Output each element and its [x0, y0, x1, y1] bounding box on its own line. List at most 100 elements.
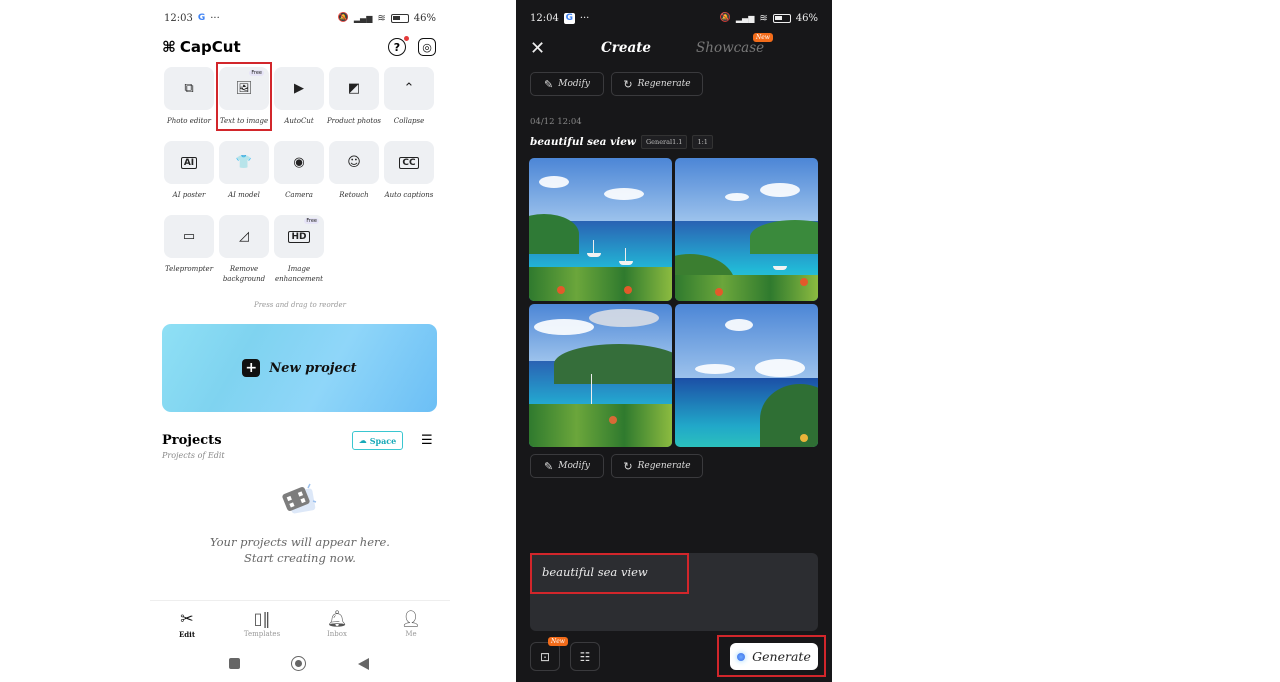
empty-line-1: Your projects will appear here. — [210, 535, 390, 549]
tool-icon-box: ◿ — [219, 215, 269, 258]
signal-icon: ▂▄▆ — [735, 13, 755, 23]
new-project-button[interactable]: + New project — [162, 324, 437, 412]
close-icon[interactable]: ✕ — [530, 38, 545, 59]
notification-dot — [404, 36, 409, 41]
refresh-icon: ↻ — [623, 459, 633, 473]
tool-remove-background[interactable]: ◿ Remove background — [219, 215, 269, 284]
app-name: CapCut — [179, 38, 241, 56]
tab-label: Inbox — [327, 630, 347, 638]
pencil-icon: ✎ — [544, 77, 554, 91]
status-bar: 12:04 G ··· 🔕 ▂▄▆ ≋ 46% — [530, 10, 818, 26]
remove-background-icon: ◿ — [239, 229, 249, 244]
pencil-icon: ✎ — [544, 459, 554, 473]
battery-level: 46% — [413, 12, 436, 24]
sort-edit-icon[interactable]: ☰ — [421, 433, 433, 448]
mute-icon: 🔕 — [719, 13, 731, 23]
space-button[interactable]: ☁ Space — [352, 431, 403, 450]
recents-button[interactable] — [229, 658, 240, 669]
tool-autocut[interactable]: ▶ AutoCut — [274, 67, 324, 126]
highlight-prompt-input — [530, 553, 689, 594]
empty-projects-message: Your projects will appear here. Start cr… — [150, 534, 450, 566]
regenerate-button[interactable]: ↻ Regenerate — [611, 454, 703, 478]
photo-editor-icon: ⧉ — [184, 81, 194, 96]
modify-button[interactable]: ✎ Modify — [530, 454, 604, 478]
highlight-generate-button — [717, 635, 826, 677]
status-time: 12:03 — [164, 12, 193, 24]
ratio-tag: 1:1 — [692, 135, 713, 149]
tab-edit[interactable]: ✂ Edit — [162, 609, 212, 639]
tool-icon-box: 👕 — [219, 141, 269, 184]
tool-label-line: enhancement — [274, 275, 323, 283]
tool-icon-box: ◩ — [329, 67, 379, 110]
settings-icon[interactable]: ◎ — [418, 38, 436, 56]
space-label: Space — [369, 435, 397, 446]
tool-icon-box: HD Free — [274, 215, 324, 258]
generated-image-3[interactable] — [529, 304, 672, 447]
tab-templates[interactable]: ▯‖ Templates — [237, 609, 287, 638]
tool-auto-captions[interactable]: CC Auto captions — [384, 141, 434, 200]
tool-photo-editor[interactable]: ⧉ Photo editor — [164, 67, 214, 126]
generated-image-4[interactable] — [675, 304, 818, 447]
more-dots-icon: ··· — [210, 12, 220, 24]
tab-me[interactable]: 👤︎ Me — [386, 609, 436, 638]
film-reel-icon — [282, 483, 317, 514]
projects-title: Projects — [162, 433, 222, 448]
retouch-icon: ☺ — [347, 155, 361, 170]
sliders-icon: ☷ — [579, 649, 591, 664]
regenerate-button-top[interactable]: ↻ Regenerate — [611, 72, 703, 96]
capcut-home-screen: 12:03 G ··· 🔕 ▂▄▆ ≋ 46% ⌘ CapCut ? ◎ ⧉ Photo e… — [150, 0, 450, 682]
image-enhancement-icon: HD — [288, 230, 310, 243]
tool-ai-model[interactable]: 👕 AI model — [219, 141, 269, 200]
new-project-label: New project — [269, 360, 357, 376]
more-dots-icon: ··· — [579, 12, 590, 24]
status-time: 12:04 — [530, 12, 559, 24]
modify-button-top[interactable]: ✎ Modify — [530, 72, 604, 96]
image-reference-button[interactable]: ⊡ — [530, 642, 560, 671]
help-icon[interactable]: ? — [388, 36, 409, 56]
auto-captions-icon: CC — [399, 156, 419, 169]
regenerate-label: Regenerate — [637, 461, 691, 471]
tool-icon-box: ⌃ — [384, 67, 434, 110]
tool-label: Auto captions — [384, 191, 434, 199]
tool-collapse[interactable]: ⌃ Collapse — [384, 67, 434, 126]
modify-label: Modify — [558, 79, 590, 89]
result-prompt: beautiful sea view General1.1 1:1 — [530, 135, 713, 149]
regenerate-label: Regenerate — [637, 79, 691, 89]
ai-model-icon: 👕 — [235, 155, 253, 170]
generated-image-1[interactable] — [529, 158, 672, 301]
refresh-icon: ↻ — [623, 77, 633, 91]
new-badge: New — [753, 33, 773, 42]
tab-label: Me — [405, 630, 417, 638]
tab-create[interactable]: Create — [601, 40, 651, 56]
capcut-logo-icon: ⌘ — [162, 38, 176, 56]
camera-icon: ◉ — [293, 155, 305, 170]
tab-showcase[interactable]: Showcase — [696, 40, 764, 56]
wifi-icon: ≋ — [759, 12, 768, 24]
empty-line-2: Start creating now. — [244, 551, 356, 565]
wifi-icon: ≋ — [377, 12, 386, 24]
prompt-text: beautiful sea view — [530, 136, 636, 148]
tool-icon-box: ◉ — [274, 141, 324, 184]
tool-retouch[interactable]: ☺ Retouch — [329, 141, 379, 200]
result-date: 04/12 12:04 — [530, 117, 582, 127]
tab-inbox[interactable]: 🔔︎ Inbox — [312, 609, 362, 638]
scissors-icon: ✂ — [180, 609, 194, 628]
tool-icon-box: CC — [384, 141, 434, 184]
autocut-icon: ▶ — [294, 81, 304, 96]
tool-image-enhancement[interactable]: HD Free Image enhancement — [274, 215, 324, 284]
battery-icon — [390, 13, 409, 23]
tool-product-photos[interactable]: ◩ Product photos — [327, 67, 381, 126]
back-button[interactable] — [358, 658, 369, 670]
battery-icon — [772, 13, 791, 23]
settings-sliders-button[interactable]: ☷ — [570, 642, 600, 671]
person-icon: 👤︎ — [400, 609, 422, 628]
status-bar: 12:03 G ··· 🔕 ▂▄▆ ≋ 46% — [164, 10, 436, 26]
bottom-tab-bar: ✂ Edit ▯‖ Templates 🔔︎ Inbox 👤︎ Me — [150, 600, 450, 645]
tool-camera[interactable]: ◉ Camera — [274, 141, 324, 200]
home-button[interactable] — [291, 656, 306, 671]
tool-teleprompter[interactable]: ▭ Teleprompter — [164, 215, 214, 274]
highlight-text-to-image — [216, 62, 272, 131]
tool-ai-poster[interactable]: AI AI poster — [164, 141, 214, 200]
tool-label-line: Image — [287, 265, 311, 273]
generated-image-2[interactable] — [675, 158, 818, 301]
